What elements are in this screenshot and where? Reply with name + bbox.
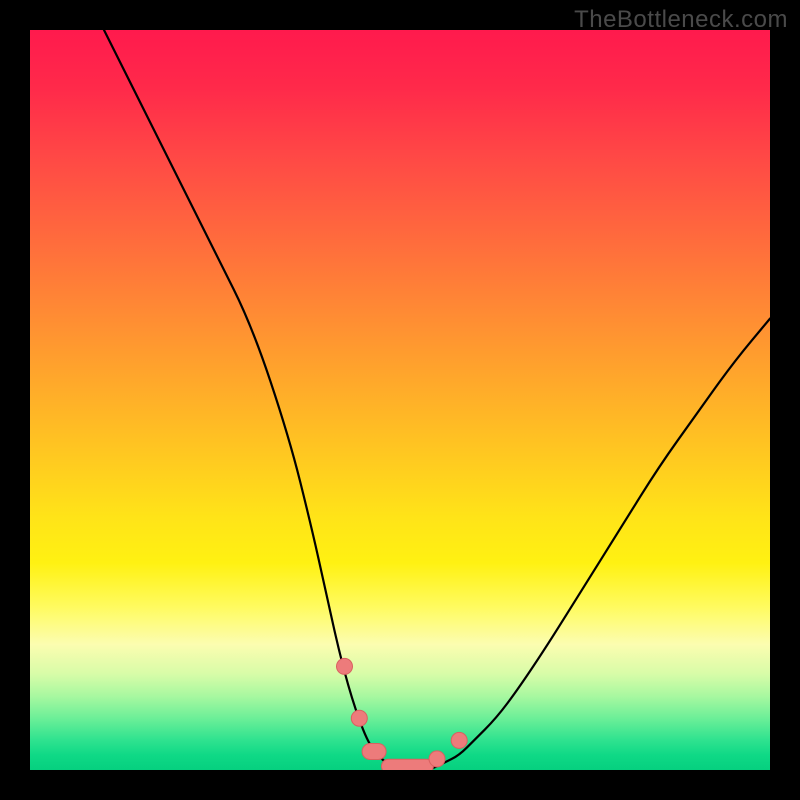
marker bbox=[429, 751, 445, 767]
chart-frame: TheBottleneck.com bbox=[0, 0, 800, 800]
marker bbox=[451, 732, 467, 748]
chart-svg bbox=[30, 30, 770, 770]
markers-group bbox=[337, 658, 468, 770]
marker bbox=[351, 710, 367, 726]
marker bbox=[337, 658, 353, 674]
marker bbox=[362, 744, 386, 760]
chart-plot-area bbox=[30, 30, 770, 770]
watermark-label: TheBottleneck.com bbox=[574, 6, 788, 34]
bottleneck-curve-path bbox=[104, 30, 770, 770]
marker bbox=[381, 759, 433, 770]
